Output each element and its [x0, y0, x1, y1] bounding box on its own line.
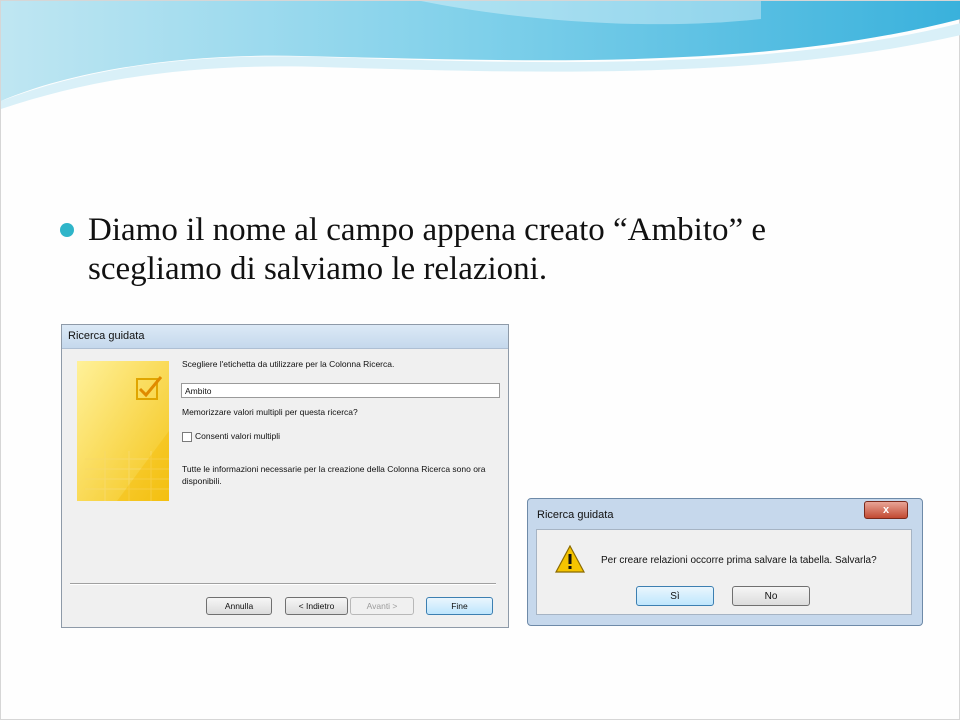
- warning-icon: [555, 545, 585, 573]
- wizard-illustration-icon: [77, 361, 169, 501]
- dialog-body: Per creare relazioni occorre prima salva…: [536, 529, 912, 615]
- close-button[interactable]: x: [864, 501, 908, 519]
- multi-value-question: Memorizzare valori multipli per questa r…: [182, 407, 358, 417]
- wizard-info-text: Tutte le informazioni necessarie per la …: [182, 464, 486, 486]
- header-wave-decoration: [1, 1, 960, 109]
- allow-multiple-checkbox[interactable]: [182, 432, 192, 442]
- no-button[interactable]: No: [732, 586, 810, 606]
- finish-button[interactable]: Fine: [426, 597, 493, 615]
- dialog-message: Per creare relazioni occorre prima salva…: [601, 555, 877, 566]
- slide: Diamo il nome al campo appena creato “Am…: [0, 0, 960, 720]
- cancel-button[interactable]: Annulla: [206, 597, 272, 615]
- lookup-wizard-window: Ricerca guidata Scegliere l'etichetta da…: [61, 324, 509, 628]
- bullet-icon: [60, 223, 74, 237]
- dialog-titlebar: Ricerca guidata x: [528, 499, 922, 529]
- wizard-prompt: Scegliere l'etichetta da utilizzare per …: [182, 359, 395, 369]
- wizard-title: Ricerca guidata: [68, 330, 145, 342]
- bullet-text: Diamo il nome al campo appena creato “Am…: [88, 212, 767, 287]
- wizard-titlebar: Ricerca guidata: [62, 325, 508, 349]
- yes-button[interactable]: Sì: [636, 586, 714, 606]
- save-confirm-dialog: Ricerca guidata x Per creare relazioni o…: [527, 498, 923, 626]
- allow-multiple-label[interactable]: Consenti valori multipli: [195, 431, 280, 441]
- next-button: Avanti >: [350, 597, 414, 615]
- back-button[interactable]: < Indietro: [285, 597, 348, 615]
- label-input[interactable]: [181, 383, 500, 398]
- wizard-separator: [70, 583, 496, 585]
- dialog-title: Ricerca guidata: [537, 509, 614, 521]
